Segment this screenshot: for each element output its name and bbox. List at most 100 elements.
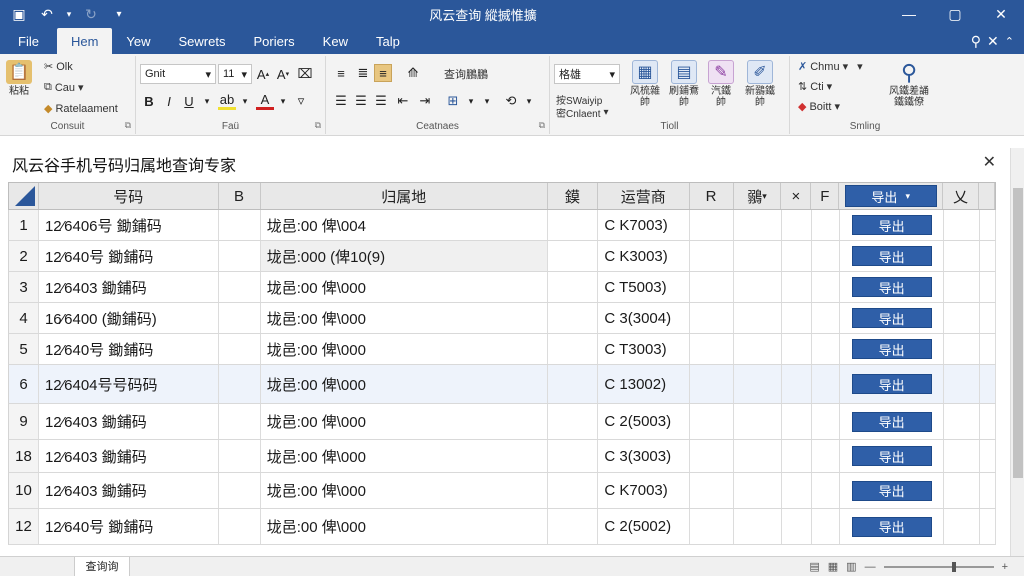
- cell-end[interactable]: [980, 440, 996, 472]
- row-number[interactable]: 4: [9, 303, 39, 333]
- style-button-3[interactable]: ✎ 汽鐵 帥: [704, 60, 738, 108]
- phone-cell[interactable]: 12⁄6403 鋤鋪码: [39, 272, 219, 302]
- rotate-button[interactable]: ⟲: [502, 92, 520, 110]
- cell-r[interactable]: [690, 210, 735, 240]
- increase-indent-button[interactable]: ⇥: [416, 92, 434, 110]
- location-cell[interactable]: 垅邑:00 俾\000: [261, 272, 549, 302]
- cell-end[interactable]: [980, 365, 996, 403]
- cell-end[interactable]: [980, 473, 996, 508]
- export-button[interactable]: 导出: [851, 277, 932, 297]
- zoom-slider[interactable]: [883, 561, 994, 572]
- row-number[interactable]: 1: [9, 210, 39, 240]
- location-cell[interactable]: 垅邑:00 俾\000: [261, 404, 549, 439]
- zoom-out-icon[interactable]: —: [865, 561, 876, 573]
- select-all-corner[interactable]: [9, 183, 39, 209]
- page-break-icon[interactable]: ▥: [846, 560, 856, 573]
- align-right-button[interactable]: ☰: [372, 92, 390, 110]
- export-cell[interactable]: 导出: [840, 210, 945, 240]
- table-row[interactable]: 3 12⁄6403 鋤鋪码 垅邑:00 俾\000 C T5003) 导出: [8, 272, 996, 303]
- cell-b[interactable]: [219, 404, 261, 439]
- cell-f[interactable]: [812, 303, 841, 333]
- cell-r[interactable]: [690, 473, 735, 508]
- cell-k[interactable]: [944, 365, 981, 403]
- header-export-button[interactable]: 导出 ▾: [844, 185, 937, 207]
- operator-cell[interactable]: C 3(3004): [598, 303, 691, 333]
- location-cell[interactable]: 垅邑:00 俾\000: [260, 365, 549, 403]
- column-header-d[interactable]: 鏌: [548, 183, 598, 209]
- export-button[interactable]: 导出: [851, 215, 932, 235]
- cell-end[interactable]: [980, 210, 996, 240]
- cell-g[interactable]: [734, 334, 783, 364]
- highlight-dropdown[interactable]: ▾: [236, 92, 254, 110]
- cell-x[interactable]: [782, 210, 813, 240]
- row-number[interactable]: 2: [9, 241, 39, 271]
- clear-format-button[interactable]: ⌧: [296, 65, 314, 83]
- sheet-tab[interactable]: 查询询: [74, 556, 130, 576]
- cell-k[interactable]: [944, 404, 981, 439]
- operator-cell[interactable]: C T5003): [598, 272, 691, 302]
- cell-b[interactable]: [219, 440, 261, 472]
- location-cell[interactable]: 垅邑:00 俾\000: [261, 334, 549, 364]
- row-number[interactable]: 3: [9, 272, 39, 302]
- export-cell[interactable]: 导出: [840, 509, 945, 544]
- cell-d[interactable]: [548, 334, 599, 364]
- cell-x[interactable]: [782, 272, 813, 302]
- cell-r[interactable]: [690, 272, 735, 302]
- cell-end[interactable]: [980, 404, 996, 439]
- location-cell[interactable]: 垅邑:00 俾\000: [261, 509, 549, 544]
- font-size-select[interactable]: 11 ▾: [218, 64, 252, 84]
- cell-k[interactable]: [944, 440, 981, 472]
- style-button-1[interactable]: ▦ 风梳雜 帥: [626, 60, 664, 108]
- export-cell[interactable]: 导出: [840, 241, 945, 271]
- dialog-launcher-icon[interactable]: ⧉: [315, 120, 321, 131]
- location-cell[interactable]: 垅邑:00 俾\000: [261, 440, 549, 472]
- wrap-text-button[interactable]: 查询鵬鵬: [444, 66, 488, 82]
- export-button[interactable]: 导出: [851, 374, 932, 394]
- cell-f[interactable]: [812, 473, 841, 508]
- cell-r[interactable]: [690, 241, 735, 271]
- export-button[interactable]: 导出: [851, 480, 932, 501]
- column-header-x[interactable]: ×: [781, 183, 812, 209]
- cell-d[interactable]: [548, 440, 599, 472]
- bold-button[interactable]: B: [140, 92, 158, 110]
- grow-font-button[interactable]: A ▴: [254, 65, 272, 83]
- cell-d[interactable]: [548, 365, 599, 403]
- table-row[interactable]: 6 12⁄6404号号码码 垅邑:00 俾\000 C 13002) 导出: [8, 365, 996, 404]
- cell-d[interactable]: [548, 303, 599, 333]
- font-color-dropdown[interactable]: ▾: [274, 92, 292, 110]
- copy-button[interactable]: ⧉ Cau ▾: [44, 81, 84, 94]
- column-header-operator[interactable]: 运营商: [598, 183, 690, 209]
- tab-home[interactable]: Hem: [56, 28, 113, 54]
- table-row[interactable]: 5 12⁄640号 鋤鋪码 垅邑:00 俾\000 C T3003) 导出: [8, 334, 996, 365]
- cell-f[interactable]: [812, 334, 841, 364]
- paste-button[interactable]: 📋 粘粘: [6, 60, 32, 97]
- more-dropdown[interactable]: ▾: [478, 92, 496, 110]
- cell-d[interactable]: [548, 509, 599, 544]
- table-row[interactable]: 9 12⁄6403 鋤鋪码 垅邑:00 俾\000 C 2(5003) 导出: [8, 404, 996, 440]
- save-icon[interactable]: ▣: [8, 3, 30, 25]
- maximize-icon[interactable]: ▢: [932, 0, 978, 28]
- cell-g[interactable]: [734, 404, 783, 439]
- operator-cell[interactable]: C 3(3003): [598, 440, 691, 472]
- tab-secrets[interactable]: Sewrets: [165, 28, 240, 54]
- operator-cell[interactable]: C K3003): [598, 241, 691, 271]
- undo-icon[interactable]: ↶: [36, 3, 58, 25]
- cell-x[interactable]: [782, 440, 813, 472]
- underline-button[interactable]: U: [180, 92, 198, 110]
- column-header-phone[interactable]: 号码: [39, 183, 219, 209]
- cell-end[interactable]: [980, 303, 996, 333]
- editing-boit-button[interactable]: ◆ Boitt ▾: [798, 100, 840, 114]
- close-icon[interactable]: ✕: [983, 152, 996, 172]
- table-row[interactable]: 4 16⁄6400 (鋤鋪码) 垅邑:00 俾\000 C 3(3004) 导出: [8, 303, 996, 334]
- cell-x[interactable]: [782, 404, 813, 439]
- cell-r[interactable]: [690, 303, 735, 333]
- cell-k[interactable]: [944, 473, 981, 508]
- align-top-button[interactable]: ≡: [332, 64, 350, 82]
- table-row[interactable]: 2 12⁄640号 鋤鋪码 垅邑:000 (俾10(9) C K3003) 导出: [8, 241, 996, 272]
- cell-f[interactable]: [812, 241, 841, 271]
- row-number[interactable]: 9: [9, 404, 39, 439]
- cell-d[interactable]: [548, 241, 599, 271]
- export-button[interactable]: 导出: [851, 246, 932, 266]
- cell-end[interactable]: [980, 509, 996, 544]
- collapse-ribbon-icon[interactable]: ⌃: [1005, 35, 1014, 48]
